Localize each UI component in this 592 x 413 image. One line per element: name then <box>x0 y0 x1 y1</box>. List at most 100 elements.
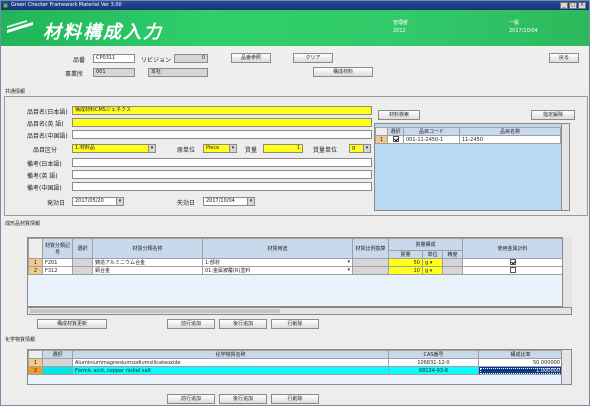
chevron-down-icon: ▾ <box>247 198 254 205</box>
minimize-button[interactable]: _ <box>560 2 568 9</box>
vertical-scrollbar[interactable] <box>561 350 571 384</box>
expiry-date-label: 失効日 <box>177 200 196 207</box>
metal-usage-cell[interactable] <box>462 258 563 267</box>
back-button[interactable]: 戻る <box>549 53 579 63</box>
item-no-field[interactable]: CP0311 <box>93 54 135 63</box>
metal-usage-checkbox[interactable] <box>509 259 516 266</box>
update-material-button[interactable]: 構成材質更新 <box>37 319 107 329</box>
logo-icon <box>7 20 33 33</box>
name-jp-field[interactable]: 構成材料CMSジェネクス <box>72 106 372 115</box>
remark-jp-label: 備考(日本語) <box>27 161 62 168</box>
chemical-name-cell: Aluminiummagnesiumsodiumsilicateoxide <box>72 358 389 367</box>
category-label: 品目区分 <box>33 147 58 154</box>
header-material-code: 材質分類記号 <box>42 238 73 259</box>
remark-zh-field[interactable] <box>72 182 372 191</box>
office-name-field: 本社 <box>148 68 208 77</box>
name-en-field[interactable] <box>72 118 372 127</box>
chevron-down-icon[interactable]: ▾ <box>430 268 433 274</box>
select-cell[interactable] <box>42 366 73 375</box>
row-number: 2 <box>28 366 43 375</box>
table-row[interactable]: 1 Aluminiummagnesiumsodiumsilicateoxide … <box>28 358 563 367</box>
maximize-button[interactable]: □ <box>569 2 577 9</box>
ratio-cell[interactable]: 1.000000 <box>478 366 563 375</box>
unit-cell[interactable]: g ▾ <box>422 258 443 267</box>
table-row[interactable]: 2 F312 銅合金 01:金属被覆(R)塗料 ▾ 10 g ▾ <box>28 266 563 275</box>
header-select: 選択 <box>72 238 93 259</box>
metal-usage-checkbox[interactable] <box>509 267 516 274</box>
materials-grid-panel: 材質分類記号 選択 材質分類名称 材質用途 材質比例換算 質量構成 使用金属計料… <box>27 237 572 307</box>
chem-insert-before-button[interactable]: 前行追加 <box>167 394 215 404</box>
accuracy-cell <box>442 266 463 275</box>
app-icon <box>3 3 8 8</box>
select-cell[interactable] <box>42 358 73 367</box>
grid-header-select: 選択 <box>387 127 404 136</box>
item-no-label: 品番 <box>73 57 86 64</box>
chevron-down-icon[interactable]: ▾ <box>347 259 350 265</box>
header-cas-number: CAS番号 <box>388 350 479 359</box>
table-row[interactable]: 1 001-11-2450-1 11-2450 <box>375 135 561 144</box>
select-cell[interactable] <box>72 266 93 275</box>
header-mass: 質量 <box>388 250 423 259</box>
proportion-cell <box>352 258 389 267</box>
mass-unit-select[interactable]: g ▾ <box>349 144 371 153</box>
revision-field[interactable]: 0 <box>174 54 208 63</box>
vertical-scrollbar[interactable] <box>561 124 569 210</box>
constituent-material-button[interactable]: 構成材料 <box>313 67 373 77</box>
chem-delete-row-button[interactable]: 行削除 <box>271 394 319 404</box>
item-code-cell: 001-11-2450-1 <box>403 135 460 144</box>
remark-en-field[interactable] <box>72 170 372 179</box>
item-name-cell: 11-2450 <box>459 135 561 144</box>
chem-insert-after-button[interactable]: 後行追加 <box>219 394 267 404</box>
metal-usage-cell[interactable] <box>462 266 563 275</box>
material-search-button[interactable]: 材料検索 <box>378 110 420 120</box>
item-grid: 選択 品目コード 品目名称 1 001-11-2450-1 11-2450 <box>375 127 561 144</box>
horizontal-scrollbar[interactable] <box>27 307 572 315</box>
select-checkbox[interactable] <box>392 136 399 143</box>
scrollbar-thumb[interactable] <box>30 309 280 313</box>
expiry-date-picker[interactable]: 2017/10/04 ▾ <box>203 197 255 206</box>
mass-field[interactable]: 1 <box>263 144 303 153</box>
basic-info-section-label: 共通情報 <box>5 89 26 95</box>
name-en-label: 品目名(英 語) <box>27 121 64 128</box>
chevron-down-icon: ▾ <box>148 145 155 152</box>
ratio-cell[interactable]: 50.000000 <box>478 358 563 367</box>
chevron-down-icon: ▾ <box>229 145 236 152</box>
chemical-name-cell: Formic acid, copper nickel salt <box>72 366 389 375</box>
app-header: 材料構成入力 管理者 2012 一般 2017/10/04 <box>1 10 589 46</box>
unit-cell[interactable]: g ▾ <box>422 266 443 275</box>
chevron-down-icon[interactable]: ▾ <box>430 260 433 266</box>
unit-select[interactable]: Piece ▾ <box>203 144 237 153</box>
category-select[interactable]: 1:材料品 ▾ <box>72 144 156 153</box>
delete-row-button[interactable]: 行削除 <box>271 319 319 329</box>
header-proportion: 材質比例換算 <box>352 238 389 259</box>
material-usage-cell[interactable]: 1:部材 ▾ <box>202 258 353 267</box>
insert-before-button[interactable]: 前行追加 <box>167 319 215 329</box>
select-cell[interactable] <box>387 135 404 144</box>
mass-cell[interactable]: 50 <box>388 258 423 267</box>
table-row[interactable]: 1 F201 鋳造アルミニウム合金 1:部材 ▾ 50 g ▾ <box>28 258 563 267</box>
close-button[interactable]: X <box>578 2 586 9</box>
vertical-scrollbar[interactable] <box>562 237 572 307</box>
row-number: 2 <box>28 266 43 275</box>
mode-label: 一般 <box>509 20 520 26</box>
chevron-down-icon[interactable]: ▾ <box>347 267 350 273</box>
table-row[interactable]: 2 Formic acid, copper nickel salt 68134-… <box>28 366 563 375</box>
materials-section-label: 成形品材質情報 <box>5 221 41 227</box>
office-code-field[interactable]: 001 <box>93 68 135 77</box>
mass-cell[interactable]: 10 <box>388 266 423 275</box>
remark-jp-field[interactable] <box>72 158 372 167</box>
mass-unit-label: 質量単位 <box>313 147 338 154</box>
unit-label: 原単位 <box>177 147 196 154</box>
effective-date-picker[interactable]: 2017/05/20 ▾ <box>72 197 124 206</box>
clear-button[interactable]: クリア <box>293 53 333 63</box>
select-cell[interactable] <box>72 258 93 267</box>
material-usage-cell[interactable]: 01:金属被覆(R)塗料 ▾ <box>202 266 353 275</box>
name-zh-field[interactable] <box>72 130 372 139</box>
material-name-cell: 鋳造アルミニウム合金 <box>92 258 203 267</box>
assign-release-button[interactable]: 指定解除 <box>531 110 575 120</box>
insert-after-button[interactable]: 後行追加 <box>219 319 267 329</box>
window-controls: _ □ X <box>560 2 586 9</box>
header-chemical-name: 化学物質名称 <box>72 350 389 359</box>
item-ref-button[interactable]: 品番参照 <box>231 53 271 63</box>
top-form: 品番 CP0311 リビジョン 0 品番参照 クリア 戻る 事業所 001 本社… <box>1 46 589 88</box>
